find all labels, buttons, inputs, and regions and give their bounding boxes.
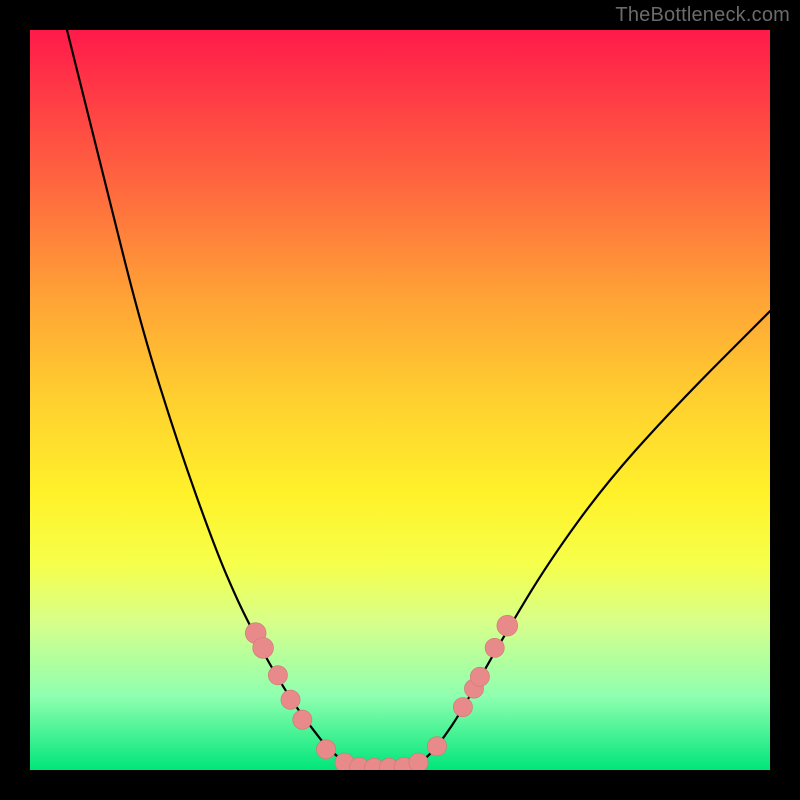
data-marker (485, 638, 504, 657)
bottleneck-curve (67, 30, 770, 769)
data-marker (453, 698, 472, 717)
chart-plot-area (30, 30, 770, 770)
data-marker (281, 690, 300, 709)
marker-layer (245, 615, 517, 770)
data-marker (470, 667, 489, 686)
data-marker (268, 666, 287, 685)
data-marker (497, 615, 518, 636)
chart-frame: TheBottleneck.com (0, 0, 800, 800)
data-marker (427, 737, 446, 756)
data-marker (316, 740, 335, 759)
data-marker (293, 710, 312, 729)
chart-svg (30, 30, 770, 770)
data-marker (253, 638, 274, 659)
watermark-text: TheBottleneck.com (615, 4, 790, 27)
data-marker (409, 753, 428, 770)
